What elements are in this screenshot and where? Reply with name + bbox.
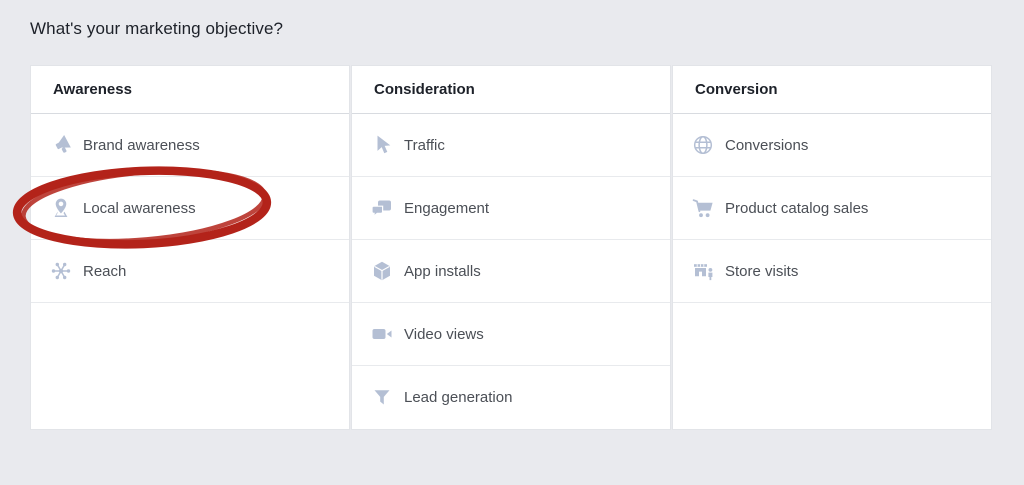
location-pin-icon [49, 196, 73, 220]
objective-product-catalog-sales[interactable]: Product catalog sales [673, 177, 991, 240]
funnel-icon [370, 385, 394, 409]
objective-label: App installs [404, 263, 481, 280]
objective-label: Engagement [404, 200, 489, 217]
cursor-icon [370, 133, 394, 157]
objective-traffic[interactable]: Traffic [352, 114, 670, 177]
objective-lead-generation[interactable]: Lead generation [352, 366, 670, 428]
objective-label: Lead generation [404, 389, 512, 406]
column-consideration: Consideration Traffic Engagement [351, 65, 671, 430]
page-title: What's your marketing objective? [30, 19, 283, 39]
empty-cell [673, 303, 991, 429]
cube-icon [370, 259, 394, 283]
objective-reach[interactable]: Reach [31, 240, 349, 303]
objective-label: Brand awareness [83, 137, 200, 154]
storefront-icon [691, 259, 715, 283]
column-header-consideration: Consideration [352, 66, 670, 114]
shopping-cart-icon [691, 196, 715, 220]
objective-store-visits[interactable]: Store visits [673, 240, 991, 303]
megaphone-icon [49, 133, 73, 157]
objective-label: Traffic [404, 137, 445, 154]
objective-video-views[interactable]: Video views [352, 303, 670, 366]
speech-bubbles-icon [370, 196, 394, 220]
objective-label: Video views [404, 326, 484, 343]
marketing-objective-table: Awareness Brand awareness Local aware [30, 65, 992, 430]
objective-label: Conversions [725, 137, 808, 154]
objective-brand-awareness[interactable]: Brand awareness [31, 114, 349, 177]
column-awareness: Awareness Brand awareness Local aware [30, 65, 350, 430]
objective-label: Reach [83, 263, 126, 280]
empty-cell [31, 303, 349, 429]
objective-conversions[interactable]: Conversions [673, 114, 991, 177]
objective-local-awareness[interactable]: Local awareness [31, 177, 349, 240]
objective-app-installs[interactable]: App installs [352, 240, 670, 303]
column-header-awareness: Awareness [31, 66, 349, 114]
globe-icon [691, 133, 715, 157]
objective-label: Product catalog sales [725, 200, 868, 217]
column-conversion: Conversion Conversions Product [672, 65, 992, 430]
video-camera-icon [370, 322, 394, 346]
reach-hub-icon [49, 259, 73, 283]
column-header-conversion: Conversion [673, 66, 991, 114]
objective-label: Local awareness [83, 200, 196, 217]
objective-label: Store visits [725, 263, 798, 280]
objective-engagement[interactable]: Engagement [352, 177, 670, 240]
